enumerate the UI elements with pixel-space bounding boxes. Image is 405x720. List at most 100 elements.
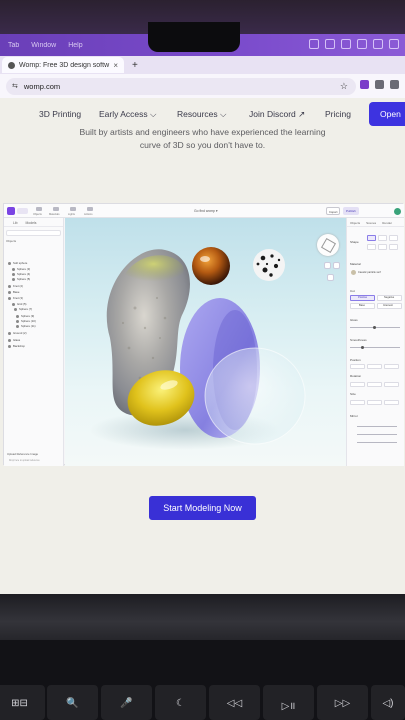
shape-option-4[interactable] <box>367 244 376 250</box>
import-button[interactable]: Import <box>326 207 340 215</box>
tree-item-label: Grid (5) <box>17 302 27 306</box>
rotation-z[interactable] <box>384 382 399 387</box>
tree-item[interactable]: Knot (3) <box>8 296 23 300</box>
nav-pricing[interactable]: Pricing <box>325 109 351 119</box>
tree-item[interactable]: Soft sphere <box>8 261 27 265</box>
avatar[interactable] <box>394 208 401 215</box>
position-z[interactable] <box>384 364 399 369</box>
tree-item-label: Sphere (7) <box>19 307 33 311</box>
url-field[interactable]: ⇆ womp.com ☆ <box>6 77 356 95</box>
address-bar: ⇆ womp.com ☆ <box>0 74 405 98</box>
shape-option-5[interactable] <box>378 244 387 250</box>
material-name[interactable]: Caustic particle surf <box>358 271 381 274</box>
status-icon-6[interactable] <box>389 39 399 49</box>
mirror-z-slider[interactable] <box>357 442 397 443</box>
shape-option-3[interactable] <box>389 235 398 241</box>
upload-reference-button[interactable]: Upload Reference Image <box>7 452 38 456</box>
rotation-y[interactable] <box>367 382 382 387</box>
position-x[interactable] <box>350 364 365 369</box>
nav-join-discord[interactable]: Join Discord ↗ <box>249 109 305 120</box>
tree-item[interactable]: Base <box>8 290 19 294</box>
tree-item[interactable]: Sphere (10) <box>16 319 36 323</box>
tree-item[interactable]: Sphere (7) <box>14 307 32 311</box>
key-focus[interactable]: ☾ <box>155 685 206 720</box>
key-mute[interactable]: ◁) <box>371 685 405 720</box>
tree-item[interactable]: Sphere (3) <box>12 267 30 271</box>
status-icon-3[interactable] <box>341 39 351 49</box>
nav-early-access[interactable]: Early Access ⌵ <box>99 109 156 120</box>
file-name[interactable]: Go find womp ▾ <box>194 209 218 213</box>
materials-tool-icon[interactable] <box>53 207 59 211</box>
position-y[interactable] <box>367 364 382 369</box>
site-nav: 3D Printing Early Access ⌵ Resources ⌵ J… <box>0 100 405 128</box>
publish-button[interactable]: Publish <box>343 207 359 215</box>
3d-viewport[interactable] <box>65 218 346 466</box>
status-icon-2[interactable] <box>325 39 335 49</box>
new-tab-button[interactable]: + <box>132 60 138 71</box>
status-icons <box>309 39 399 49</box>
url-text: womp.com <box>23 81 61 91</box>
extension-icon-1[interactable] <box>360 80 369 89</box>
tab-render[interactable]: Render <box>382 221 392 226</box>
tree-item[interactable]: Knot (2) <box>8 284 23 288</box>
status-icon-1[interactable] <box>309 39 319 49</box>
view-tool-icon-3[interactable] <box>327 274 334 281</box>
objects-tool-icon[interactable] <box>36 207 42 211</box>
label-material: Material <box>350 262 361 266</box>
smoothness-slider[interactable] <box>350 347 400 348</box>
key-search[interactable]: 🔍 <box>47 685 98 720</box>
view-cube-icon[interactable] <box>317 234 339 256</box>
size-y[interactable] <box>367 400 382 405</box>
beta-tag <box>17 208 28 214</box>
bookmark-star-icon[interactable]: ☆ <box>340 81 348 92</box>
shape-option-1[interactable] <box>367 235 376 241</box>
size-x[interactable] <box>350 400 365 405</box>
tree-item[interactable]: Sphere (11) <box>16 324 36 328</box>
tree-item[interactable]: Glass <box>8 338 20 342</box>
status-icon-5[interactable] <box>373 39 383 49</box>
gloss-slider-knob[interactable] <box>373 326 376 329</box>
mirror-y-slider[interactable] <box>357 434 397 435</box>
tree-item[interactable]: Backdrop <box>8 344 25 348</box>
tab-close-icon[interactable]: × <box>113 61 118 70</box>
tree-item[interactable]: Sphere (9) <box>16 314 34 318</box>
objects-search-input[interactable] <box>6 230 61 236</box>
tab-models[interactable]: Models <box>26 221 37 226</box>
material-swatch[interactable] <box>351 270 356 275</box>
actions-tool-icon[interactable] <box>87 207 93 211</box>
nav-3d-printing[interactable]: 3D Printing <box>39 109 81 119</box>
view-tool-icon-1[interactable] <box>324 262 331 269</box>
nav-resources[interactable]: Resources ⌵ <box>177 109 226 120</box>
browser-tab[interactable]: Womp: Free 3D design softw × <box>2 57 124 73</box>
tree-item[interactable]: Sphere (5) <box>12 277 30 281</box>
tree-item[interactable]: Ground (2) <box>8 331 27 335</box>
key-mission-control[interactable]: ⊞⊟ <box>0 685 45 720</box>
start-modeling-button[interactable]: Start Modeling Now <box>149 496 256 520</box>
tab-lib[interactable]: Lib <box>13 221 18 226</box>
tree-item[interactable]: Sphere (4) <box>12 272 30 276</box>
smoothness-slider-knob[interactable] <box>361 346 364 349</box>
menu-help[interactable]: Help <box>68 42 82 49</box>
lights-tool-icon[interactable] <box>70 207 76 211</box>
open-button[interactable]: Open <box>369 102 405 126</box>
menu-tab[interactable]: Tab <box>8 42 19 49</box>
tree-item[interactable]: Grid (5) <box>12 302 26 306</box>
extension-icon-3[interactable] <box>390 80 399 89</box>
key-fast-forward[interactable]: ▷▷ <box>317 685 368 720</box>
key-play-pause[interactable]: ▷॥ <box>263 685 314 720</box>
key-rewind[interactable]: ◁◁ <box>209 685 260 720</box>
menu-window[interactable]: Window <box>31 42 56 49</box>
view-tool-icon-2[interactable] <box>333 262 340 269</box>
tab-objects[interactable]: Objects <box>350 221 360 226</box>
mirror-x-slider[interactable] <box>357 426 397 427</box>
key-dictation[interactable]: 🎤 <box>101 685 152 720</box>
extension-icon-2[interactable] <box>375 80 384 89</box>
site-settings-icon[interactable]: ⇆ <box>12 82 18 90</box>
status-icon-4[interactable] <box>357 39 367 49</box>
size-z[interactable] <box>384 400 399 405</box>
shape-option-2[interactable] <box>378 235 387 241</box>
shape-option-6[interactable] <box>389 244 398 250</box>
rotation-x[interactable] <box>350 382 365 387</box>
womp-logo-icon <box>7 207 15 215</box>
tab-scenes[interactable]: Scenes <box>366 221 376 226</box>
